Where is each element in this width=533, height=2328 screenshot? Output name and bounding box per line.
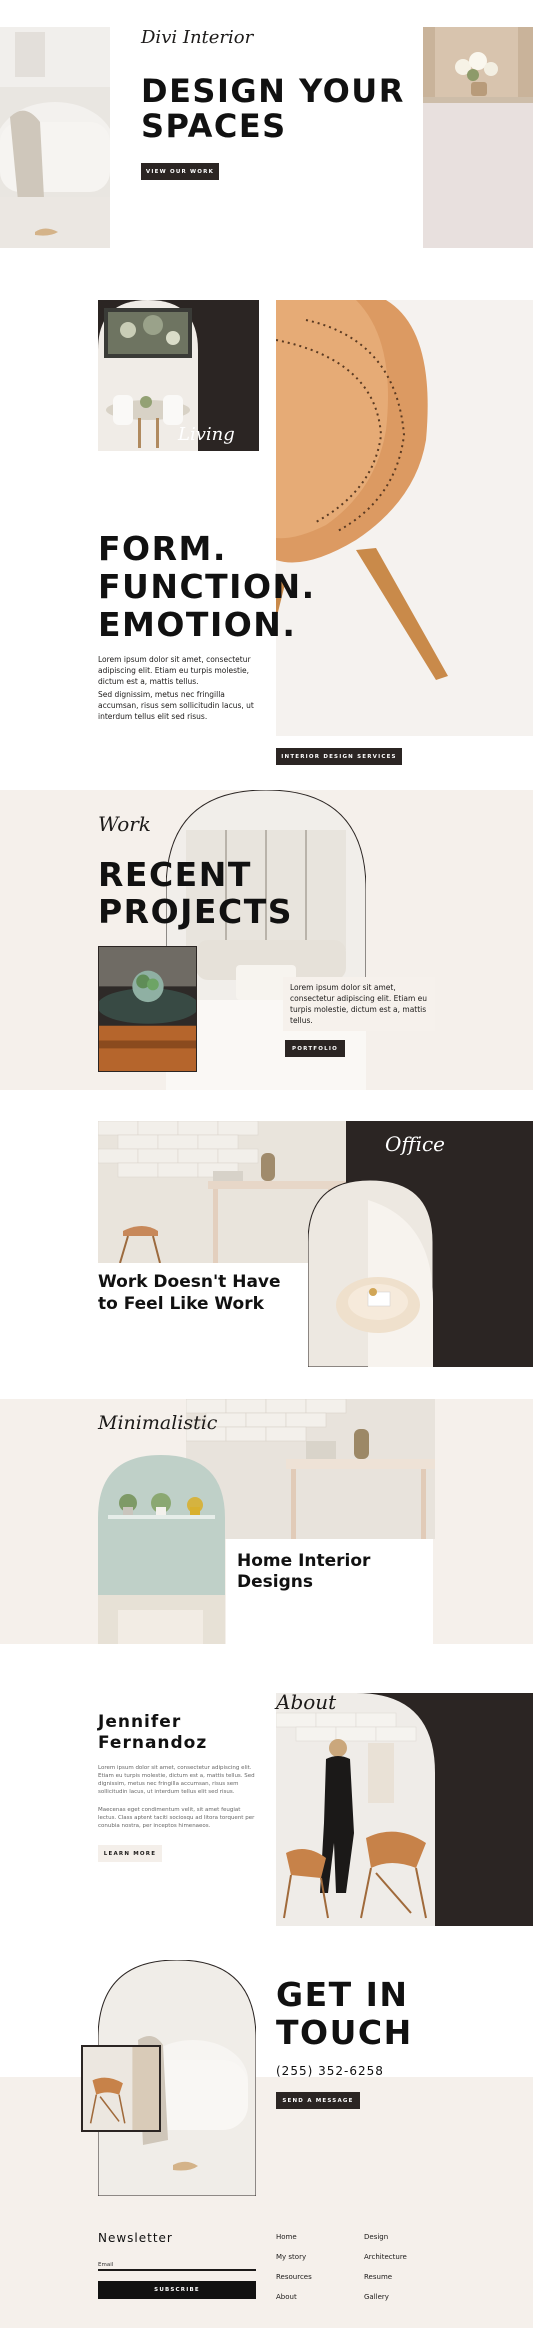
form-paragraph-2: Sed dignissim, metus nec fringilla accum…: [98, 690, 254, 721]
living-script-label: Living: [178, 424, 235, 445]
work-script-label: Work: [98, 812, 151, 836]
view-our-work-button[interactable]: VIEW OUR WORK: [141, 163, 219, 180]
hero-headline-line1: DESIGN YOUR: [141, 72, 405, 110]
about-name-line1: Jennifer: [98, 1712, 182, 1732]
footer-link-resume[interactable]: Resume: [364, 2273, 392, 2281]
projects-headline-line2: PROJECTS: [98, 892, 293, 931]
about-paragraph-1: Lorem ipsum dolor sit amet, consectetur …: [98, 1765, 255, 1795]
subscribe-button[interactable]: SUBSCRIBE: [98, 2281, 256, 2299]
contact-small-chair-photo: [81, 2045, 161, 2132]
contact-background: [0, 2077, 533, 2328]
leather-chair-photo: [276, 300, 533, 736]
office-decor-arch-photo: [308, 1180, 433, 1367]
contact-headline-line1: GET IN: [276, 1975, 409, 2014]
footer-link-home[interactable]: Home: [276, 2233, 297, 2241]
contact-phone[interactable]: (255) 352-6258: [276, 2064, 384, 2078]
minimalistic-heading-line1: Home Interior: [237, 1551, 371, 1571]
projects-plant-photo: [98, 946, 197, 1072]
about-paragraph-2: Maecenas eget condimentum velit, sit ame…: [98, 1807, 255, 1829]
email-field[interactable]: [98, 2269, 256, 2271]
contact-headline-line2: TOUCH: [276, 2013, 413, 2052]
office-heading-line1: Work Doesn't Have: [98, 1272, 281, 1292]
about-script-label: About: [276, 1690, 337, 1714]
minimalistic-script-label: Minimalistic: [98, 1412, 218, 1434]
email-label: Email: [98, 2262, 114, 2268]
hero-script-brand: Divi Interior: [141, 27, 254, 48]
projects-headline-line1: RECENT: [98, 855, 252, 894]
footer-link-gallery[interactable]: Gallery: [364, 2293, 389, 2301]
projects-card-text: Lorem ipsum dolor sit amet, consectetur …: [290, 983, 428, 1025]
send-a-message-button[interactable]: SEND A MESSAGE: [276, 2092, 360, 2109]
footer-link-design[interactable]: Design: [364, 2233, 388, 2241]
about-woman-arch-photo: [276, 1693, 435, 1926]
minimalistic-arch-photo: [98, 1455, 225, 1644]
portfolio-button[interactable]: PORTFOLIO: [285, 1040, 345, 1057]
hero-sofa-photo: [0, 27, 110, 248]
learn-more-button[interactable]: LEARN MORE: [98, 1845, 162, 1862]
footer-link-my-story[interactable]: My story: [276, 2253, 306, 2261]
hero-headline-line2: SPACES: [141, 107, 287, 145]
newsletter-title: Newsletter: [98, 2231, 173, 2245]
footer-link-architecture[interactable]: Architecture: [364, 2253, 407, 2261]
form-headline-line2: FUNCTION.: [98, 567, 316, 606]
office-script-label: Office: [385, 1132, 445, 1156]
form-paragraph-1: Lorem ipsum dolor sit amet, consectetur …: [98, 655, 251, 686]
footer-link-resources[interactable]: Resources: [276, 2273, 312, 2281]
hero-flowers-photo: [423, 27, 533, 248]
minimalistic-heading-line2: Designs: [237, 1572, 313, 1592]
interior-design-services-button[interactable]: INTERIOR DESIGN SERVICES: [276, 748, 402, 765]
about-name-line2: Fernandoz: [98, 1733, 208, 1753]
form-headline-line1: FORM.: [98, 529, 227, 568]
form-headline-line3: EMOTION.: [98, 605, 297, 644]
office-heading-line2: to Feel Like Work: [98, 1294, 264, 1314]
footer-link-about[interactable]: About: [276, 2293, 297, 2301]
